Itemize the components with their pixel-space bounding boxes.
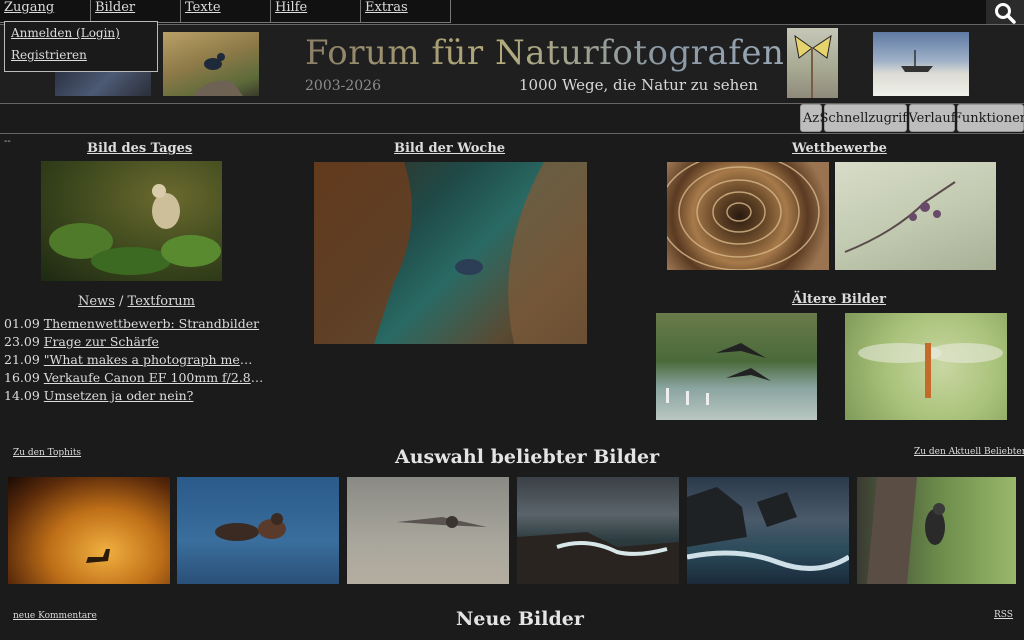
bild-des-tages-heading[interactable]: Bild des Tages <box>87 141 192 156</box>
news-heading: News / Textforum <box>78 294 195 309</box>
aeltere-bild-2[interactable] <box>845 313 1007 420</box>
popular-image-5[interactable] <box>687 477 849 584</box>
menu-extras[interactable]: Extras <box>361 0 451 23</box>
flying-duck-icon <box>397 516 487 528</box>
menu-zugang[interactable]: Zugang <box>0 0 91 23</box>
wettbewerb-image-2[interactable] <box>835 162 996 270</box>
aktuell-beliebt-link[interactable]: Zu den Aktuell Beliebten <box>914 447 1024 457</box>
bild-der-woche-image[interactable] <box>314 162 587 344</box>
underwater-reef-icon <box>314 162 587 344</box>
news-list: 01.09 Themenwettbewerb: Strandbilder 23.… <box>4 315 264 405</box>
news-link[interactable]: News <box>78 294 115 309</box>
neue-bilder-heading: Neue Bilder <box>456 608 584 630</box>
news-item[interactable]: 21.09 "What makes a photograph memorable… <box>4 351 264 369</box>
sea-cliffs-icon <box>687 487 849 571</box>
marker-middle: -- <box>498 142 505 153</box>
search-button[interactable] <box>986 0 1024 26</box>
wettbewerbe-heading[interactable]: Wettbewerbe <box>792 141 887 156</box>
site-title: Forum für Naturfotografen <box>305 33 785 73</box>
header-thumb-beach[interactable] <box>873 32 969 96</box>
tophits-link[interactable]: Zu den Tophits <box>13 448 81 458</box>
dragonfly-icon <box>858 343 1003 398</box>
deer-silhouette-icon <box>86 549 110 563</box>
funktionen-button[interactable]: Funktionen <box>953 104 1024 132</box>
menu-hilfe[interactable]: Hilfe <box>271 0 361 23</box>
site-slogan: 1000 Wege, die Natur zu sehen <box>519 76 758 94</box>
popular-image-4[interactable] <box>517 477 679 584</box>
news-item[interactable]: 14.09 Umsetzen ja oder nein? <box>4 387 264 405</box>
header-thumb-1[interactable] <box>55 70 151 96</box>
verlauf-button[interactable]: Verlauf <box>908 104 956 132</box>
news-item[interactable]: 16.09 Verkaufe Canon EF 100mm f/2.8l Ma… <box>4 369 264 387</box>
popular-image-1[interactable] <box>8 477 170 584</box>
branch-berries-icon <box>844 181 956 253</box>
butterfly-icon <box>794 34 832 98</box>
bird-silhouette-icon <box>193 53 243 96</box>
boat-icon <box>901 50 933 72</box>
ducks-icon <box>215 513 286 541</box>
zugang-dropdown: Anmelden (Login) Registrieren <box>4 21 158 72</box>
register-link[interactable]: Registrieren <box>5 44 157 66</box>
popular-image-6[interactable] <box>857 477 1016 584</box>
header-thumb-bird[interactable] <box>163 32 259 96</box>
bild-der-woche-heading[interactable]: Bild der Woche <box>394 141 505 156</box>
schnellzugriff-button[interactable]: Schnellzugriff <box>819 104 912 132</box>
neue-kommentare-link[interactable]: neue Kommentare <box>13 611 97 621</box>
aeltere-bild-1[interactable] <box>656 313 817 420</box>
heron-lilypads-icon <box>49 184 221 275</box>
aeltere-bilder-heading[interactable]: Ältere Bilder <box>792 292 886 307</box>
site-years: 2003-2026 <box>305 78 381 94</box>
menu-texte[interactable]: Texte <box>181 0 271 23</box>
bild-des-tages-image[interactable] <box>41 161 222 281</box>
header-thumb-butterfly[interactable] <box>787 28 838 98</box>
popular-heading: Auswahl beliebter Bilder <box>395 446 660 468</box>
coast-waves-icon <box>517 532 679 584</box>
rss-link[interactable]: RSS <box>994 610 1013 620</box>
popular-image-2[interactable] <box>177 477 339 584</box>
popular-image-3[interactable] <box>347 477 509 584</box>
woodpecker-icon <box>867 477 945 584</box>
menu-bilder[interactable]: Bilder <box>91 0 181 23</box>
marker-left: -- <box>4 136 11 147</box>
login-link[interactable]: Anmelden (Login) <box>5 22 157 44</box>
spiderweb-icon <box>667 162 820 270</box>
news-item[interactable]: 01.09 Themenwettbewerb: Strandbilder <box>4 315 264 333</box>
textforum-link[interactable]: Textforum <box>128 294 195 309</box>
search-icon <box>995 3 1016 24</box>
news-item[interactable]: 23.09 Frage zur Schärfe <box>4 333 264 351</box>
wettbewerb-image-1[interactable] <box>667 162 829 270</box>
flying-birds-icon <box>666 343 771 405</box>
